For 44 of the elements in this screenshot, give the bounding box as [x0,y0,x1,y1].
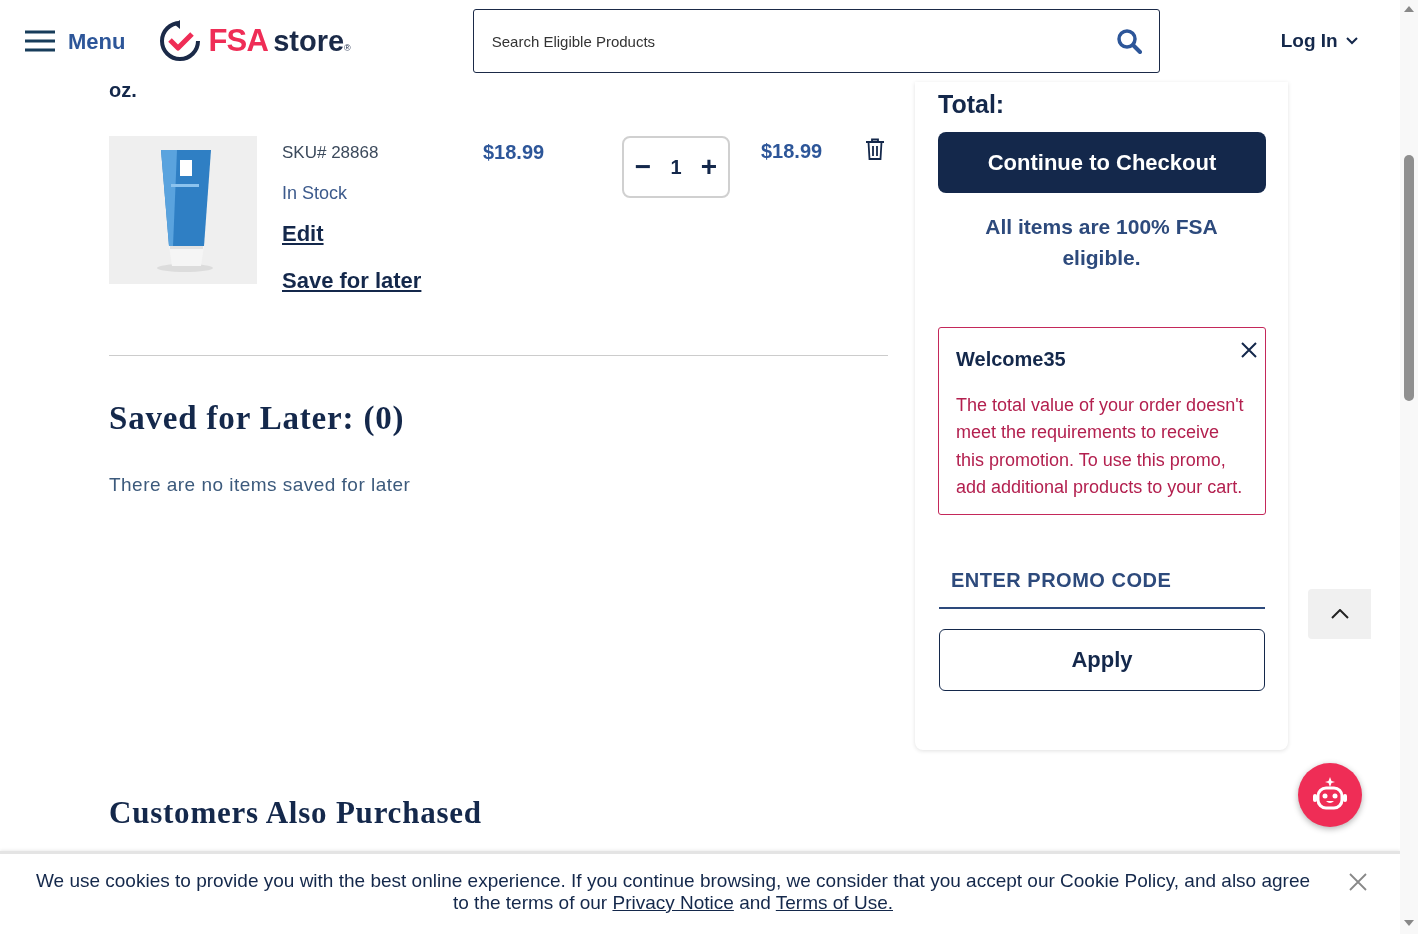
search-icon [1115,28,1142,54]
checkout-button[interactable]: Continue to Checkout [938,131,1266,193]
login-button[interactable]: Log In [1280,26,1358,56]
logo-text: FSA [208,21,269,60]
close-icon [1241,341,1257,358]
trash-icon [865,138,885,160]
section-title: Saved for Later: (0) [109,398,406,438]
store-logo[interactable]: FSA store® [158,17,351,65]
logo-icon [158,19,203,63]
line-total: $18.99 [761,139,824,164]
product-title: oz. [109,82,138,98]
eligibility-note: All items are 100% FSA eligible. [984,213,1219,271]
stock-status: In Stock [282,181,348,205]
chevron-down-icon [1345,37,1358,45]
close-icon [1349,873,1367,891]
registered-mark: ® [344,42,351,55]
logo-text: store [273,23,345,59]
unit-price: $18.99 [483,140,546,165]
chevron-up-icon [1330,609,1349,619]
search-field[interactable]: Search Eligible Products [472,9,1160,73]
scroll-down-arrow-icon [1404,920,1414,926]
promo-code-title: Welcome35 [956,346,1067,372]
save-for-later-link[interactable]: Save for later [282,263,422,297]
quantity-value: 1 [670,155,682,180]
increment-button[interactable]: + [698,146,720,188]
promo-error-message: The total value of your order doesn't meet the requirements to receive this promotion. To use this promo, add additional products to your cart. [956,393,1245,499]
total-label: Total: [938,89,1006,120]
scroll-up-arrow-icon [1404,6,1414,12]
edit-link[interactable]: Edit [282,216,324,250]
section-title: Customers Also Purchased [109,793,483,832]
apply-button[interactable]: Apply [939,628,1265,691]
policy-link[interactable]: Privacy Notice [612,892,734,913]
chatbot-button[interactable] [1298,763,1362,827]
sku-label: SKU# 28868 [282,142,379,164]
empty-message: There are no items saved for later [109,473,412,497]
policy-link[interactable]: Terms of Use. [775,892,893,913]
menu-icon [24,30,56,52]
delete-button[interactable] [865,138,885,160]
scrollbar-thumb[interactable] [1404,155,1414,401]
promo-code-field[interactable]: ENTER PROMO CODE [939,554,1265,609]
cookie-notice: We use cookies to provide you with the best online experience. If you continue browsing, we consider that you accept our Cookie Policy, and also agree to the terms of our Privacy Notice and Terms of Use. [34,870,1312,914]
decrement-button[interactable]: − [632,146,654,188]
menu-button[interactable]: Menu [24,24,126,58]
close-button[interactable] [1239,339,1259,360]
